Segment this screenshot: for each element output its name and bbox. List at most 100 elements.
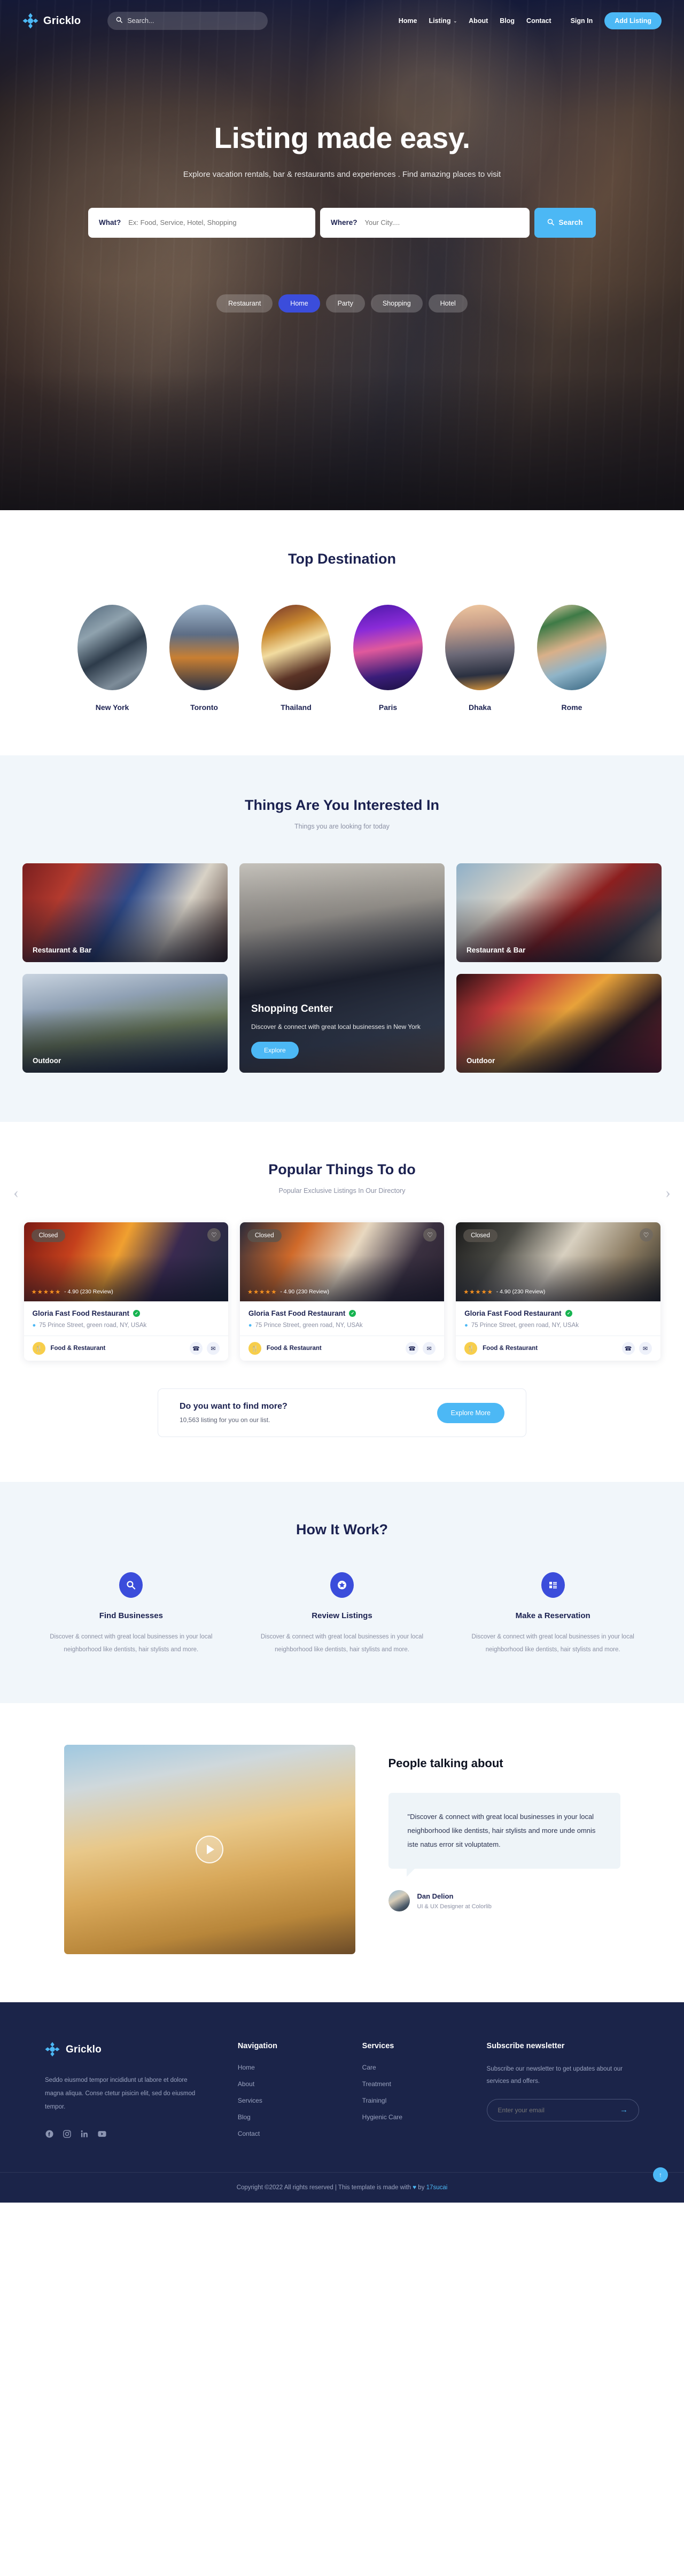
footer-link-contact[interactable]: Contact [238, 2130, 343, 2137]
heart-icon[interactable]: ♡ [207, 1228, 221, 1242]
destination-thailand[interactable]: Thailand [261, 605, 331, 712]
listing-actions: ☎ ✉ [406, 1342, 436, 1355]
destination-label: New York [95, 703, 129, 712]
footer-link-services[interactable]: Services [238, 2097, 343, 2104]
mail-icon[interactable]: ✉ [206, 1342, 220, 1355]
testimonial-video[interactable] [64, 1745, 355, 1955]
footer-link-blog[interactable]: Blog [238, 2113, 343, 2121]
add-listing-button[interactable]: Add Listing [604, 12, 662, 29]
arrow-right-icon[interactable]: → [620, 2105, 628, 2114]
interests-section: Things Are You Interested In Things you … [0, 755, 684, 1122]
footer-link-training[interactable]: Trainingl [362, 2097, 468, 2104]
listing-card[interactable]: Closed ♡ ★★★★★ - 4.90 (230 Review) Glori… [456, 1222, 660, 1361]
footer-services-list: Care Treatment Trainingl Hygienic Care [362, 2064, 468, 2121]
footer-link-care[interactable]: Care [362, 2064, 468, 2071]
youtube-icon[interactable] [98, 2129, 106, 2138]
listing-name: Gloria Fast Food Restaurant [32, 1309, 130, 1317]
interest-card-shopping-center[interactable]: Shopping Center Discover & connect with … [239, 863, 445, 1073]
testimonial-quote: "Discover & connect with great local bus… [407, 1813, 596, 1849]
listing-address-row: ● 75 Prince Street, green road, NY, USAk [248, 1322, 436, 1329]
play-icon[interactable] [196, 1836, 223, 1864]
newsletter-email-input[interactable] [498, 2106, 620, 2114]
phone-icon[interactable]: ☎ [621, 1342, 635, 1355]
search-what-field[interactable]: What? [88, 207, 315, 238]
nav-link-contact[interactable]: Contact [526, 17, 551, 25]
destination-toronto[interactable]: Toronto [169, 605, 239, 712]
newsletter-desc: Subscribe our newsletter to get updates … [486, 2066, 623, 2085]
sign-in-link[interactable]: Sign In [571, 17, 593, 25]
verified-check-icon: ✓ [565, 1310, 572, 1317]
carousel-next-arrow[interactable]: › [665, 1185, 671, 1201]
logo[interactable]: Gricklo [22, 13, 81, 29]
top-destination-section: Top Destination New York Toronto Thailan… [0, 510, 684, 755]
footer-link-treatment[interactable]: Treatment [362, 2080, 468, 2088]
listing-category: Food & Restaurant [266, 1345, 322, 1352]
explore-button[interactable]: Explore [251, 1042, 299, 1059]
rating-text: - 4.90 (230 Review) [496, 1289, 546, 1295]
heart-icon[interactable]: ♡ [639, 1228, 653, 1242]
rating-row: ★★★★★ - 4.90 (230 Review) [463, 1288, 545, 1295]
step-find-businesses: Find Businesses Discover & connect with … [35, 1572, 228, 1656]
step-review-listings: Review Listings Discover & connect with … [246, 1572, 439, 1656]
step-title: Review Listings [312, 1611, 372, 1620]
search-button[interactable]: Search [534, 207, 596, 238]
interest-card-outdoor-1[interactable]: Outdoor [22, 974, 228, 1073]
phone-icon[interactable]: ☎ [406, 1342, 419, 1355]
nav-link-blog[interactable]: Blog [500, 17, 515, 25]
avatar [388, 1890, 410, 1912]
pill-party[interactable]: Party [325, 294, 365, 313]
popular-section: ‹ › Popular Things To do Popular Exclusi… [0, 1122, 684, 1482]
heart-icon[interactable]: ♡ [423, 1228, 437, 1242]
newsletter-input-wrap[interactable]: → [486, 2098, 639, 2121]
mail-icon[interactable]: ✉ [639, 1342, 652, 1355]
search-icon [119, 1572, 143, 1598]
interest-card-restaurant-bar-1[interactable]: Restaurant & Bar [22, 863, 228, 962]
popular-subtitle: Popular Exclusive Listings In Our Direct… [278, 1187, 406, 1195]
search-icon [116, 16, 123, 26]
fork-knife-icon: 🍴 [464, 1342, 478, 1355]
copyright-bar: Copyright ©2022 All rights reserved | Th… [0, 2172, 684, 2203]
stars-icon: ★★★★★ [247, 1289, 277, 1295]
footer-logo[interactable]: Gricklo [45, 2042, 219, 2058]
nav-link-listing[interactable]: Listing ⌄ [429, 17, 457, 25]
phone-icon[interactable]: ☎ [189, 1342, 203, 1355]
destination-rome[interactable]: Rome [537, 605, 607, 712]
listing-address-row: ● 75 Prince Street, green road, NY, USAk [33, 1322, 220, 1329]
pill-home[interactable]: Home [278, 294, 320, 313]
status-badge: Closed [247, 1229, 282, 1242]
destination-new-york[interactable]: New York [77, 605, 147, 712]
carousel-prev-arrow[interactable]: ‹ [13, 1185, 19, 1201]
footer-link-hygienic-care[interactable]: Hygienic Care [362, 2113, 468, 2121]
instagram-icon[interactable] [63, 2129, 71, 2138]
navbar-search[interactable]: Search... [107, 12, 268, 30]
linkedin-icon[interactable] [80, 2129, 89, 2138]
destination-dhaka[interactable]: Dhaka [445, 605, 515, 712]
footer-link-about[interactable]: About [238, 2080, 343, 2088]
explore-more-button[interactable]: Explore More [437, 1402, 504, 1423]
search-where-field[interactable]: Where? [320, 207, 530, 238]
footer-services-column: Services Care Treatment Trainingl Hygien… [362, 2042, 468, 2138]
interest-card-label: Outdoor [467, 1057, 495, 1065]
destination-paris[interactable]: Paris [353, 605, 423, 712]
nav-link-about[interactable]: About [469, 17, 488, 25]
nav-link-home[interactable]: Home [399, 17, 417, 25]
search-icon [547, 218, 555, 227]
interest-card-restaurant-bar-2[interactable]: Restaurant & Bar [456, 863, 662, 962]
listing-card[interactable]: Closed ♡ ★★★★★ - 4.90 (230 Review) Glori… [24, 1222, 228, 1361]
facebook-icon[interactable] [45, 2129, 53, 2138]
template-author-link[interactable]: 17sucai [426, 2184, 448, 2191]
pill-hotel[interactable]: Hotel [428, 294, 468, 313]
pill-restaurant[interactable]: Restaurant [216, 294, 273, 313]
search-what-input[interactable] [128, 218, 305, 227]
footer-link-home[interactable]: Home [238, 2064, 343, 2071]
listing-card[interactable]: Closed ♡ ★★★★★ - 4.90 (230 Review) Glori… [239, 1222, 445, 1361]
footer-newsletter-column: Subscribe newsletter Subscribe our newsl… [486, 2042, 639, 2138]
mail-icon[interactable]: ✉ [423, 1342, 436, 1355]
author-info: Dan Delion UI & UX Designer at Colorlib [417, 1892, 492, 1910]
pill-shopping[interactable]: Shopping [370, 294, 423, 313]
interest-card-outdoor-2[interactable]: Outdoor [456, 974, 662, 1073]
destination-image [261, 605, 331, 690]
destination-image [169, 605, 239, 690]
search-where-input[interactable] [364, 218, 519, 227]
footer-navigation-column: Navigation Home About Services Blog Cont… [238, 2042, 343, 2138]
